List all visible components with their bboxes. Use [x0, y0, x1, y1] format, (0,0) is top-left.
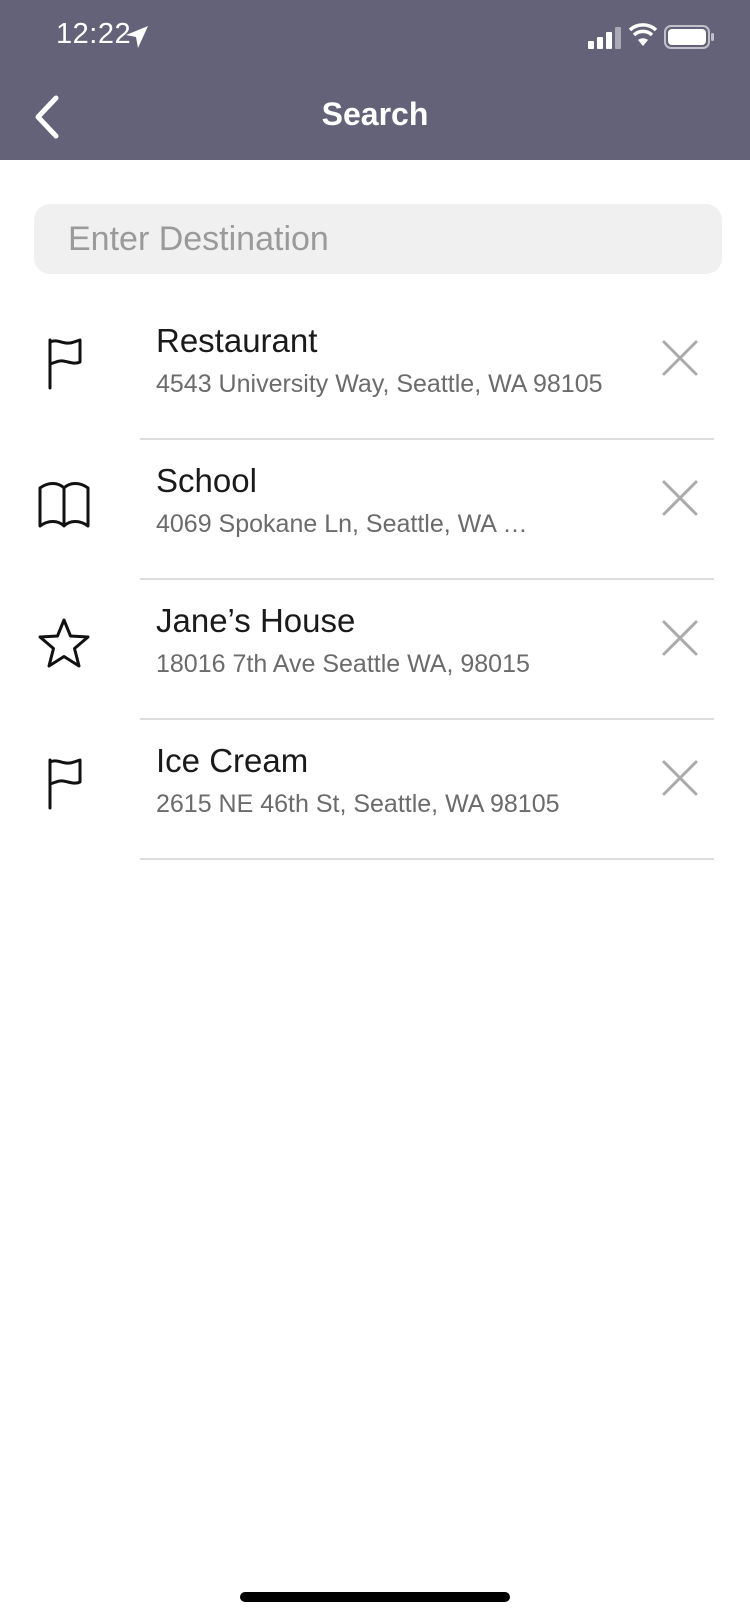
navigation-header: 12:22 Search	[0, 0, 750, 160]
list-item[interactable]: Ice Cream 2615 NE 46th St, Seattle, WA 9…	[0, 720, 750, 860]
wifi-icon	[628, 23, 658, 46]
close-icon[interactable]	[656, 334, 704, 382]
close-icon[interactable]	[656, 754, 704, 802]
location-arrow-icon	[126, 26, 148, 48]
home-indicator	[240, 1592, 510, 1602]
page-title: Search	[321, 96, 429, 132]
place-name: School	[156, 462, 257, 499]
destination-search-input[interactable]	[66, 218, 690, 260]
divider	[140, 858, 714, 860]
place-name: Jane’s House	[156, 602, 356, 639]
place-name: Ice Cream	[156, 742, 309, 779]
saved-places-list: Restaurant 4543 University Way, Seattle,…	[0, 300, 750, 860]
close-icon[interactable]	[656, 474, 704, 522]
flag-icon	[48, 758, 82, 810]
list-item[interactable]: School 4069 Spokane Ln, Seattle, WA 98..…	[0, 440, 750, 580]
flag-icon	[48, 338, 82, 390]
place-address: 18016 7th Ave Seattle WA, 98015	[156, 650, 530, 678]
close-icon[interactable]	[656, 614, 704, 662]
place-address: 4069 Spokane Ln, Seattle, WA 98...	[156, 510, 536, 538]
list-item[interactable]: Jane’s House 18016 7th Ave Seattle WA, 9…	[0, 580, 750, 720]
place-name: Restaurant	[156, 322, 318, 359]
book-icon	[38, 482, 90, 528]
list-item[interactable]: Restaurant 4543 University Way, Seattle,…	[0, 300, 750, 440]
cellular-signal-icon	[588, 27, 621, 49]
place-address: 4543 University Way, Seattle, WA 98105	[156, 370, 603, 398]
search-field[interactable]	[34, 204, 722, 274]
place-address: 2615 NE 46th St, Seattle, WA 98105	[156, 790, 560, 818]
star-icon	[38, 618, 90, 668]
battery-icon	[664, 25, 714, 49]
status-time: 12:22	[56, 18, 132, 50]
